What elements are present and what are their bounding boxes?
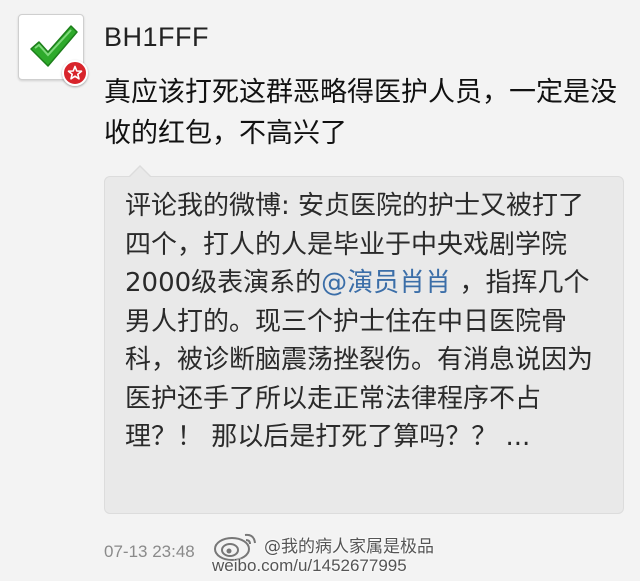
watermark-name: @我的病人家属是极品 (264, 537, 434, 557)
repost-pointer-inner (129, 167, 151, 178)
repost-box[interactable]: 评论我的微博: 安贞医院的护士又被打了四个，打人的人是毕业于中央戏剧学院2000… (104, 176, 624, 514)
watermark: @我的病人家属是极品 weibo.com/u/1452677995 (212, 530, 437, 578)
username[interactable]: BH1FFF (104, 22, 209, 53)
star-icon (67, 65, 83, 80)
post-text: 真应该打死这群恶略得医护人员，一定是没收的红包，不高兴了 (104, 77, 617, 149)
watermark-url: weibo.com/u/1452677995 (212, 556, 407, 575)
verified-badge-icon (62, 60, 88, 86)
mention-link[interactable]: @演员肖肖 (321, 268, 451, 298)
repost-text: 评论我的微博: 安贞医院的护士又被打了四个，打人的人是毕业于中央戏剧学院2000… (125, 187, 605, 457)
timestamp: 07-13 23:48 (104, 542, 195, 561)
